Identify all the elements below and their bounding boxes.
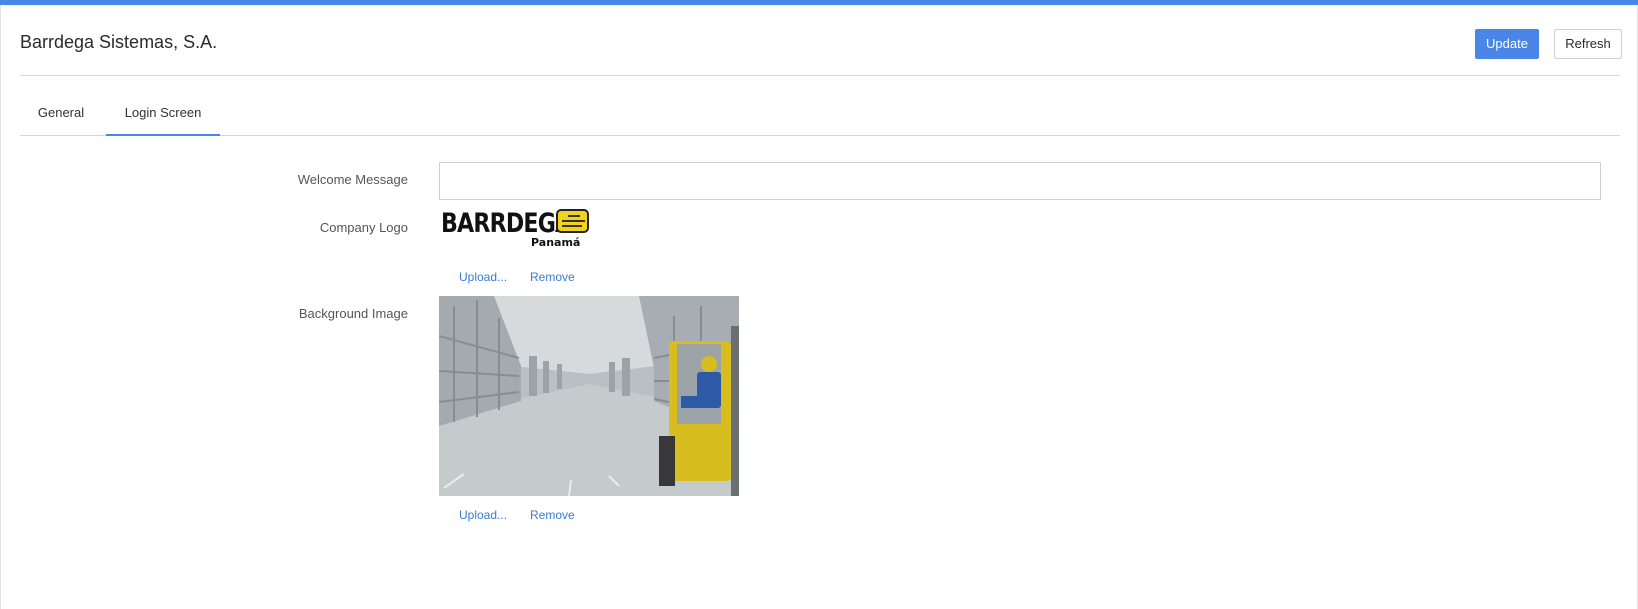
company-logo-image: BARRDEGA Panamá bbox=[439, 206, 591, 252]
update-button[interactable]: Update bbox=[1475, 29, 1539, 59]
background-image-label: Background Image bbox=[298, 306, 408, 321]
logo-wordmark: BARRDEGA bbox=[441, 208, 572, 239]
tab-bar: General Login Screen bbox=[20, 96, 1620, 136]
warehouse-forklift-image bbox=[439, 296, 739, 496]
page-title: Barrdega Sistemas, S.A. bbox=[20, 32, 218, 52]
background-remove-link[interactable]: Remove bbox=[530, 508, 575, 522]
welcome-message-input[interactable] bbox=[439, 162, 1601, 200]
logo-remove-link[interactable]: Remove bbox=[530, 270, 575, 284]
refresh-button[interactable]: Refresh bbox=[1554, 29, 1622, 59]
welcome-message-label: Welcome Message bbox=[297, 172, 408, 187]
logo-upload-link[interactable]: Upload... bbox=[459, 270, 507, 284]
background-image-preview bbox=[439, 296, 739, 496]
background-upload-link[interactable]: Upload... bbox=[459, 508, 507, 522]
tab-login-screen[interactable]: Login Screen bbox=[106, 96, 220, 136]
forklift-shape bbox=[659, 326, 739, 496]
logo-subtitle: Panamá bbox=[531, 236, 581, 249]
tab-general[interactable]: General bbox=[20, 96, 102, 136]
logo-badge-icon bbox=[556, 209, 589, 233]
company-logo-label: Company Logo bbox=[319, 220, 408, 235]
page-header: Barrdega Sistemas, S.A. Update Refresh bbox=[20, 24, 1622, 76]
